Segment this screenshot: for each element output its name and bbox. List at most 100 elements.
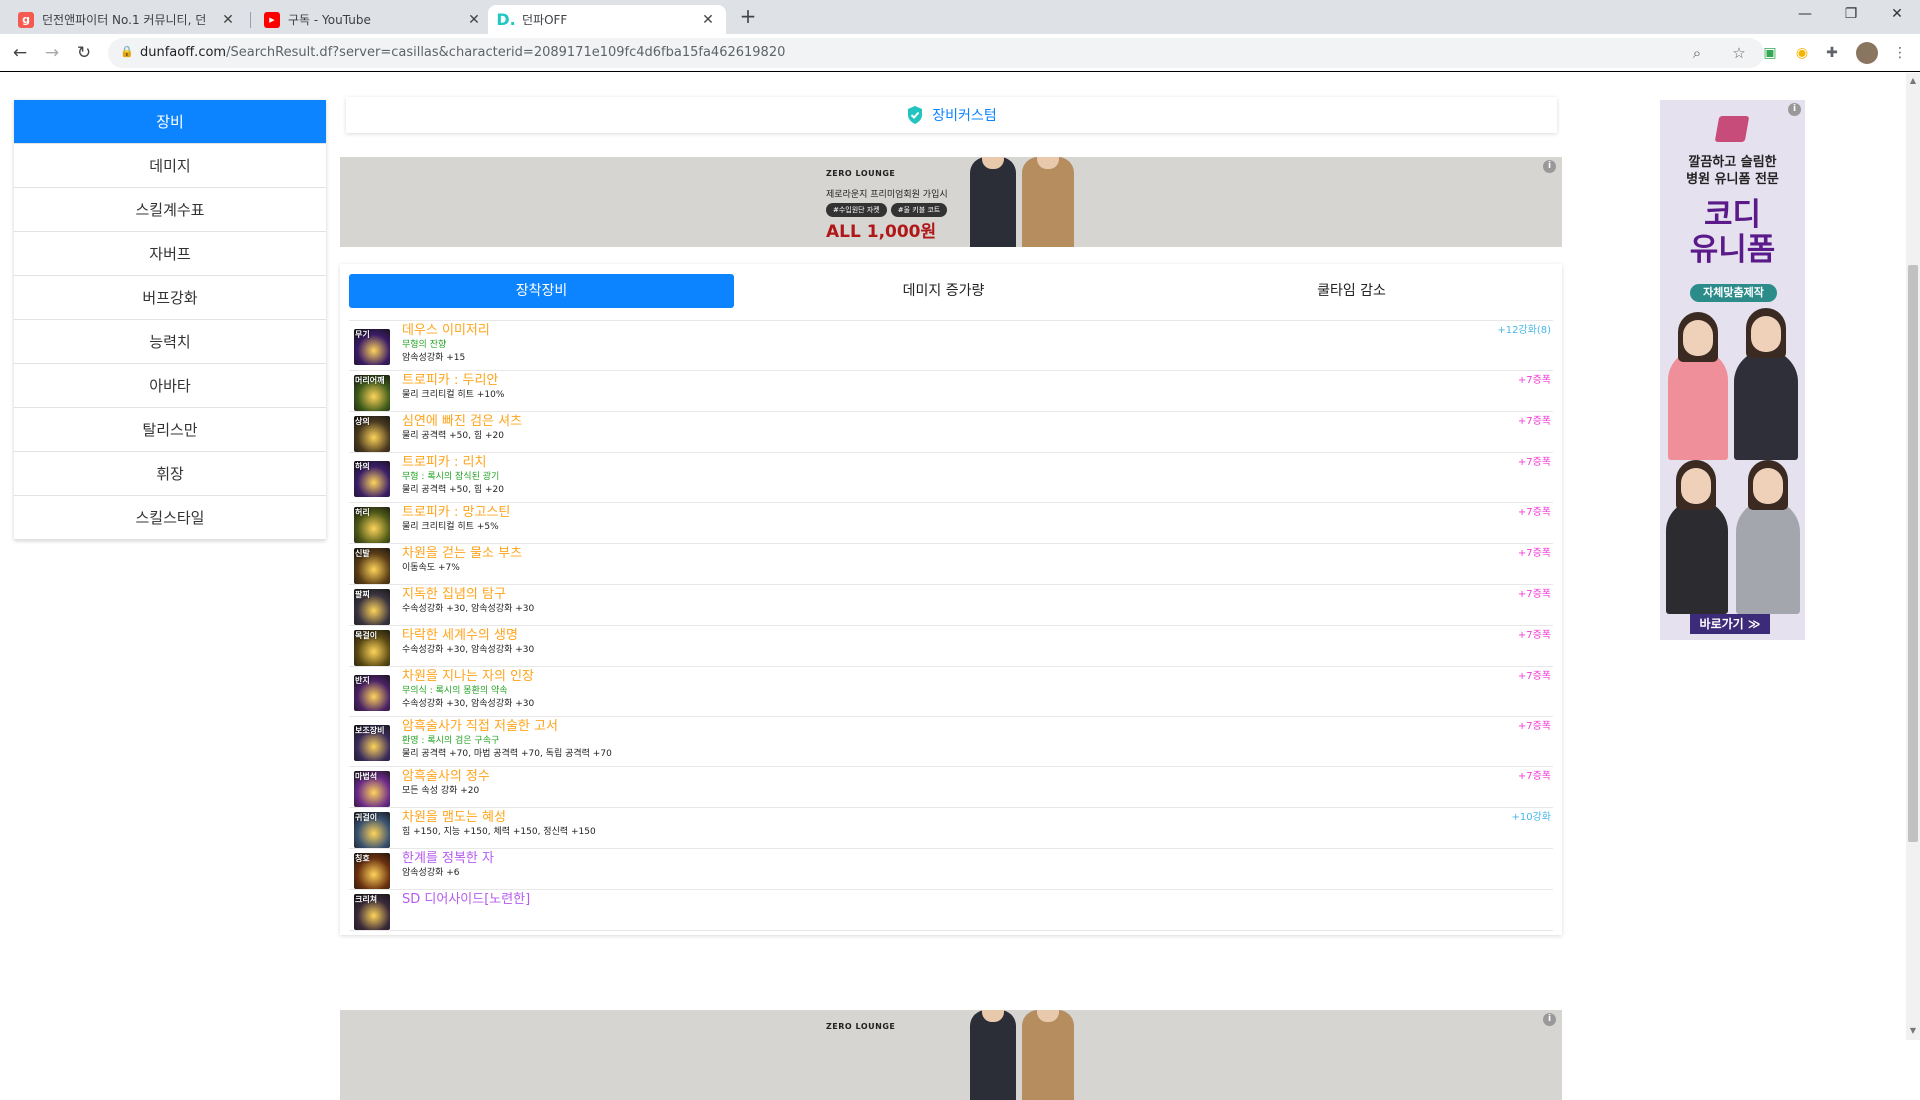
equipment-name[interactable]: 심연에 빠진 검은 셔츠 bbox=[402, 414, 522, 430]
extension-cast-icon[interactable]: ▣ bbox=[1760, 43, 1780, 63]
equipment-name[interactable]: 암흑술사가 직접 저술한 고서 bbox=[402, 719, 558, 735]
equipment-item-icon[interactable]: 크리쳐 bbox=[354, 893, 390, 930]
scroll-down-arrow-icon[interactable]: ▼ bbox=[1908, 1025, 1918, 1037]
tab-cooldown-reduction[interactable]: 쿨타임 감소 bbox=[1159, 274, 1544, 308]
equipment-name[interactable]: 트로피카 : 리치 bbox=[402, 455, 486, 471]
equipment-row[interactable]: 하의 트로피카 : 리치 무형 : 록시의 잠식된 광기 물리 공격력 +50, 힘 … bbox=[349, 452, 1553, 502]
equipment-row[interactable]: 크리쳐 SD 디어사이드[노련한] bbox=[349, 889, 1553, 930]
scrollbar-thumb[interactable] bbox=[1908, 265, 1918, 842]
ad-info-icon[interactable]: i bbox=[1788, 103, 1801, 116]
equipment-name[interactable]: 차원을 걷는 물소 부츠 bbox=[402, 546, 522, 562]
equipment-row[interactable]: 팔찌 지독한 집념의 탐구 수속성강화 +30, 암속성강화 +30 +7증폭 bbox=[349, 584, 1553, 625]
back-arrow-icon[interactable]: ← bbox=[8, 41, 32, 65]
menu-item-damage[interactable]: 데미지 bbox=[14, 144, 326, 188]
ad-banner-bottom[interactable]: ZERO LOUNGE i bbox=[340, 1010, 1562, 1100]
equipment-enhance-badge: +10강화 bbox=[1511, 812, 1551, 823]
right-side-ad[interactable]: 깔끔하고 슬림한 병원 유니폼 전문 코디 유니폼 자체맞춤제작 바로가기 ≫ i bbox=[1660, 100, 1805, 640]
equipment-row[interactable]: 무기 데우스 이미저리 무형의 잔향 암속성강화 +15 +12강화(8) bbox=[349, 320, 1553, 370]
extensions-puzzle-icon[interactable]: ✚ bbox=[1822, 43, 1842, 63]
menu-item-buff-enhance[interactable]: 버프강화 bbox=[14, 276, 326, 320]
equipment-name[interactable]: SD 디어사이드[노련한] bbox=[402, 892, 530, 908]
ad-banner-top[interactable]: ZERO LOUNGE 제로라운지 프리미엄회원 가입시 #수입원단 자켓 #울… bbox=[340, 157, 1562, 247]
reload-icon[interactable]: ↻ bbox=[72, 41, 96, 65]
equipment-stat-text: 물리 크리티컬 히트 +5% bbox=[402, 522, 499, 532]
browser-tab-dunfa-community[interactable]: g 던전앤파이터 No.1 커뮤니티, 던 ✕ bbox=[8, 5, 246, 34]
equipment-item-icon[interactable]: 신발 bbox=[354, 547, 390, 584]
equipment-option-name: 무형의 잔향 bbox=[402, 340, 447, 350]
equipment-enhance-badge: +7증폭 bbox=[1517, 416, 1551, 427]
equipment-item-icon[interactable]: 반지 bbox=[354, 675, 390, 711]
equipment-row[interactable]: 반지 차원을 지나는 자의 인장 무의식 : 록시의 몽환의 약속 수속성강화 +30… bbox=[349, 666, 1553, 716]
equipment-item-icon[interactable]: 하의 bbox=[354, 461, 390, 497]
equipment-enhance-badge: +7증폭 bbox=[1517, 457, 1551, 468]
equipment-item-icon[interactable]: 보조장비 bbox=[354, 725, 390, 761]
ad-info-icon[interactable]: i bbox=[1543, 1013, 1556, 1026]
forward-arrow-icon[interactable]: → bbox=[40, 41, 64, 65]
equipment-name[interactable]: 트로피카 : 망고스틴 bbox=[402, 505, 510, 521]
menu-item-skill-coefficients[interactable]: 스킬계수표 bbox=[14, 188, 326, 232]
equipment-item-icon[interactable]: 상의 bbox=[354, 415, 390, 452]
equipment-slot-label: 무기 bbox=[355, 330, 370, 339]
equipment-item-icon[interactable]: 팔찌 bbox=[354, 588, 390, 625]
equipment-item-icon[interactable]: 머리어깨 bbox=[354, 374, 390, 411]
equipment-item-icon[interactable]: 귀걸이 bbox=[354, 811, 390, 848]
tab-close-icon[interactable]: ✕ bbox=[466, 12, 482, 28]
menu-item-emblem[interactable]: 휘장 bbox=[14, 452, 326, 496]
menu-item-talisman[interactable]: 탈리스만 bbox=[14, 408, 326, 452]
equipment-row[interactable]: 허리 트로피카 : 망고스틴 물리 크리티컬 히트 +5% +7증폭 bbox=[349, 502, 1553, 543]
equipment-name[interactable]: 차원을 지나는 자의 인장 bbox=[402, 669, 534, 685]
window-close-icon[interactable]: ✕ bbox=[1874, 0, 1920, 30]
equipment-item-icon[interactable]: 무기 bbox=[354, 329, 390, 365]
lock-icon[interactable]: 🔒 bbox=[120, 45, 134, 58]
equipment-row[interactable]: 신발 차원을 걷는 물소 부츠 이동속도 +7% +7증폭 bbox=[349, 543, 1553, 584]
equipment-name[interactable]: 차원을 맴도는 혜성 bbox=[402, 810, 506, 826]
menu-item-skill-style[interactable]: 스킬스타일 bbox=[14, 496, 326, 540]
equipment-name[interactable]: 타락한 세계수의 생명 bbox=[402, 628, 518, 644]
minimize-icon[interactable]: — bbox=[1782, 0, 1828, 30]
tab-damage-increase[interactable]: 데미지 증가량 bbox=[751, 274, 1136, 308]
tab-close-icon[interactable]: ✕ bbox=[700, 12, 716, 28]
equipment-name[interactable]: 트로피카 : 두리안 bbox=[402, 373, 498, 389]
tab-title: 구독 - YouTube bbox=[288, 13, 371, 27]
equipment-panel: 장착장비 데미지 증가량 쿨타임 감소 무기 데우스 이미저리 무형의 잔향 암속성강… bbox=[340, 264, 1562, 935]
menu-item-stats[interactable]: 능력치 bbox=[14, 320, 326, 364]
address-bar[interactable]: 🔒 dunfaoff.com/SearchResult.df?server=ca… bbox=[108, 38, 1764, 68]
ad-go-button[interactable]: 바로가기 ≫ bbox=[1690, 614, 1770, 634]
zoom-icon[interactable]: ⌕ bbox=[1686, 42, 1708, 64]
restore-icon[interactable]: ❐ bbox=[1828, 0, 1874, 30]
equipment-custom-button[interactable]: 장비커스텀 bbox=[346, 97, 1557, 133]
equipment-item-icon[interactable]: 허리 bbox=[354, 506, 390, 543]
scroll-up-arrow-icon[interactable]: ▲ bbox=[1908, 75, 1918, 87]
equipment-option-name: 무의식 : 록시의 몽환의 약속 bbox=[402, 686, 508, 696]
equipment-name[interactable]: 암흑술사의 정수 bbox=[402, 769, 490, 785]
equipment-row[interactable]: 마법석 암흑술사의 정수 모든 속성 강화 +20 +7증폭 bbox=[349, 766, 1553, 807]
equipment-name[interactable]: 한계를 정복한 자 bbox=[402, 851, 494, 867]
equipment-slot-label: 신발 bbox=[355, 548, 370, 558]
extension-colorful-icon[interactable]: ◉ bbox=[1792, 43, 1812, 63]
equipment-row[interactable]: 칭호 한계를 정복한 자 암속성강화 +6 bbox=[349, 848, 1553, 889]
equipment-row[interactable]: 귀걸이 차원을 맴도는 혜성 힘 +150, 지능 +150, 체력 +150, 정… bbox=[349, 807, 1553, 848]
menu-item-equipment[interactable]: 장비 bbox=[14, 100, 326, 144]
profile-avatar[interactable] bbox=[1856, 42, 1878, 64]
equipment-item-icon[interactable]: 칭호 bbox=[354, 852, 390, 889]
tab-close-icon[interactable]: ✕ bbox=[220, 12, 236, 28]
equipment-row[interactable]: 목걸이 타락한 세계수의 생명 수속성강화 +30, 암속성강화 +30 +7증폭 bbox=[349, 625, 1553, 666]
browser-tab-youtube[interactable]: ▶ 구독 - YouTube ✕ bbox=[254, 5, 492, 34]
equipment-name[interactable]: 데우스 이미저리 bbox=[402, 323, 490, 339]
page-scrollbar[interactable]: ▲ ▼ bbox=[1906, 73, 1920, 1040]
browser-tab-dunfaoff[interactable]: D. 던파OFF ✕ bbox=[488, 5, 726, 34]
browser-menu-icon[interactable]: ⋮ bbox=[1890, 43, 1910, 63]
equipment-item-icon[interactable]: 목걸이 bbox=[354, 629, 390, 666]
new-tab-icon[interactable]: + bbox=[736, 5, 760, 29]
equipment-row[interactable]: 상의 심연에 빠진 검은 셔츠 물리 공격력 +50, 힘 +20 +7증폭 bbox=[349, 411, 1553, 452]
tab-equipped[interactable]: 장착장비 bbox=[349, 274, 734, 308]
equipment-row[interactable]: 머리어깨 트로피카 : 두리안 물리 크리티컬 히트 +10% +7증폭 bbox=[349, 370, 1553, 411]
equipment-name[interactable]: 지독한 집념의 탐구 bbox=[402, 587, 506, 603]
ad-info-icon[interactable]: i bbox=[1543, 160, 1556, 173]
url-text[interactable]: dunfaoff.com/SearchResult.df?server=casi… bbox=[140, 38, 785, 68]
bookmark-star-icon[interactable]: ☆ bbox=[1728, 42, 1750, 64]
menu-item-self-buff[interactable]: 자버프 bbox=[14, 232, 326, 276]
menu-item-avatar[interactable]: 아바타 bbox=[14, 364, 326, 408]
equipment-item-icon[interactable]: 마법석 bbox=[354, 770, 390, 807]
equipment-row[interactable]: 보조장비 암흑술사가 직접 저술한 고서 환영 : 록시의 검은 구속구 물리 공격력… bbox=[349, 716, 1553, 766]
